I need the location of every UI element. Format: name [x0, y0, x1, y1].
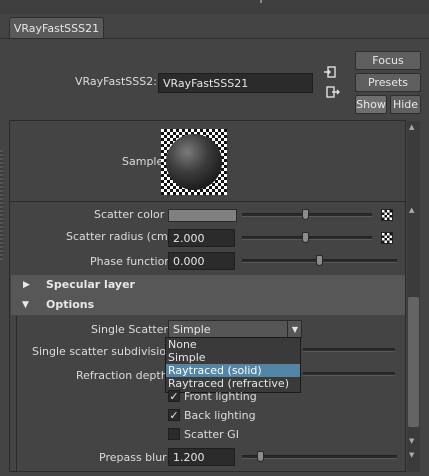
- scatter-radius-map-icon[interactable]: [381, 232, 393, 244]
- prepass-blur-field[interactable]: 1.200: [168, 448, 235, 466]
- output-connection-icon[interactable]: [326, 85, 340, 99]
- chevron-down-icon: ▼: [291, 325, 298, 334]
- front-lighting-checkbox[interactable]: ✓: [168, 390, 180, 402]
- subdivisions-slider[interactable]: [303, 348, 395, 352]
- back-lighting-checkbox[interactable]: ✓: [168, 409, 180, 421]
- expanded-arrow-icon: ▼: [22, 300, 29, 310]
- tab-vrayfastsss21[interactable]: VRayFastSSS21: [9, 17, 104, 39]
- phase-function-slider[interactable]: [242, 254, 397, 268]
- back-lighting-label: Back lighting: [184, 409, 256, 422]
- material-swatch[interactable]: [161, 129, 227, 195]
- collapsed-arrow-icon: ▶: [23, 280, 30, 290]
- attribute-panel: Sample Scatter color Scatter radius (cm)…: [9, 120, 406, 472]
- inner-scroll-down-icon[interactable]: ▼: [409, 437, 414, 445]
- inner-scroll-up-icon[interactable]: ▲: [409, 206, 414, 214]
- phase-function-label: Phase function: [90, 255, 172, 268]
- node-name-label: VRayFastSSS2:: [75, 75, 157, 88]
- option-raytraced-solid[interactable]: Raytraced (solid): [166, 364, 300, 377]
- prepass-blur-slider-knob[interactable]: [257, 451, 264, 462]
- scroll-thumb[interactable]: [408, 297, 419, 427]
- scrollbar[interactable]: ▲ ▼: [407, 121, 420, 472]
- scatter-color-label: Scatter color: [94, 208, 165, 221]
- single-scatter-options-list[interactable]: None Simple Raytraced (solid) Raytraced …: [165, 337, 301, 393]
- prepass-blur-slider[interactable]: [242, 450, 397, 464]
- scatter-color-map-icon[interactable]: [381, 209, 393, 221]
- section-specular-layer[interactable]: ▶ Specular layer: [11, 275, 405, 295]
- focus-button[interactable]: Focus: [355, 51, 421, 70]
- single-scatter-label: Single Scatter: [91, 323, 168, 336]
- phase-function-field[interactable]: 0.000: [168, 252, 235, 270]
- top-strip: [0, 0, 429, 14]
- section-options[interactable]: ▼ Options: [11, 295, 405, 315]
- prepass-blur-label: Prepass blur: [99, 451, 167, 464]
- scatter-gi-label: Scatter GI: [184, 428, 239, 441]
- scatter-gi-checkbox[interactable]: [168, 428, 180, 440]
- phase-function-slider-knob[interactable]: [316, 255, 323, 266]
- scatter-radius-slider[interactable]: [242, 231, 372, 245]
- scroll-down-arrow-icon[interactable]: ▼: [409, 451, 414, 459]
- scatter-radius-field[interactable]: 2.000: [168, 229, 235, 247]
- scroll-up-arrow-icon[interactable]: ▲: [409, 123, 414, 131]
- front-lighting-label: Front lighting: [184, 390, 257, 403]
- single-scatter-value: Simple: [173, 323, 211, 336]
- node-name-field[interactable]: VRayFastSSS21: [158, 73, 313, 93]
- section-options-title: Options: [46, 298, 95, 311]
- sphere-preview: [166, 134, 222, 190]
- scatter-color-swatch[interactable]: [168, 209, 237, 222]
- refraction-depth-slider[interactable]: [303, 372, 395, 376]
- left-edge-handle[interactable]: [0, 150, 3, 260]
- show-button[interactable]: Show: [355, 95, 387, 114]
- refraction-depth-label: Refraction depth: [76, 369, 168, 382]
- single-scatter-dropdown[interactable]: Simple ▼: [168, 320, 302, 338]
- option-none[interactable]: None: [166, 338, 300, 351]
- scatter-color-slider[interactable]: [242, 208, 372, 222]
- frame-scroll-area: Scatter color Scatter radius (cm) 2.000 …: [10, 201, 405, 471]
- tab-divider: [0, 38, 429, 39]
- single-scatter-subdivisions-label: Single scatter subdivisions: [32, 345, 179, 358]
- scatter-radius-slider-knob[interactable]: [302, 232, 309, 243]
- scatter-color-slider-knob[interactable]: [302, 209, 309, 220]
- input-connection-icon[interactable]: [323, 65, 337, 79]
- single-scatter-dropdown-divider: [287, 321, 288, 337]
- scatter-radius-label: Scatter radius (cm): [66, 230, 173, 243]
- option-raytraced-refractive[interactable]: Raytraced (refractive): [166, 377, 300, 390]
- hide-button[interactable]: Hide: [390, 95, 421, 114]
- sample-label: Sample: [122, 155, 164, 168]
- section-specular-title: Specular layer: [46, 278, 135, 291]
- option-simple[interactable]: Simple: [166, 351, 300, 364]
- top-tick: [260, 0, 262, 3]
- presets-button[interactable]: Presets: [355, 73, 421, 92]
